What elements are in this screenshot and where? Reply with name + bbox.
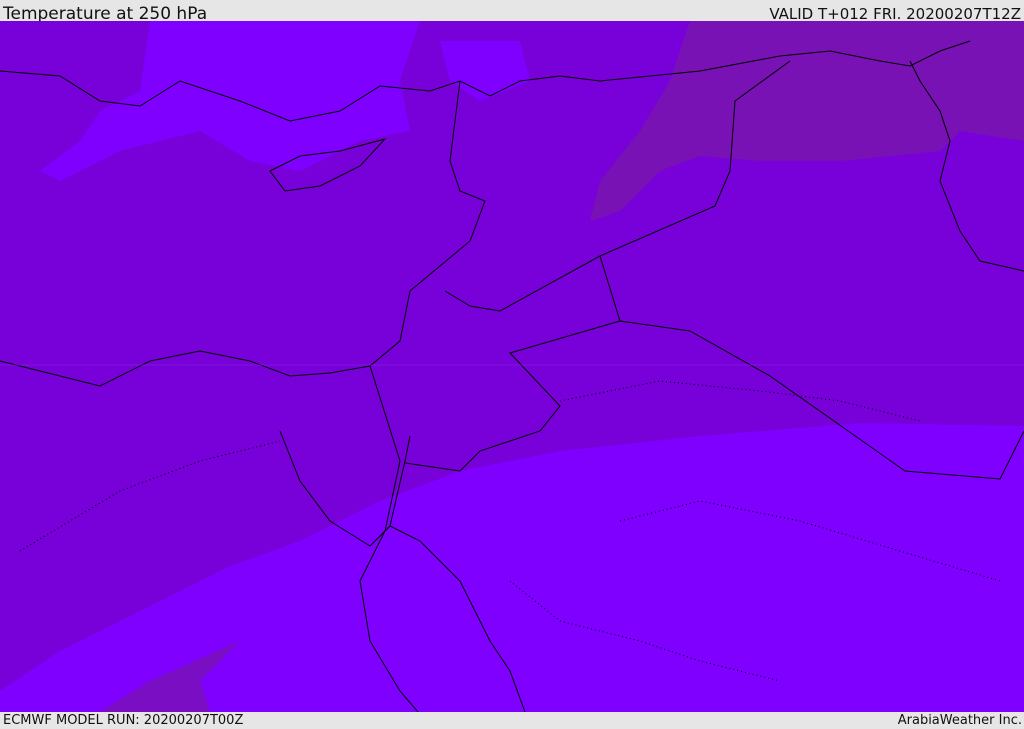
credit-label: ArabiaWeather Inc. xyxy=(897,713,1022,728)
footer-bar: ECMWF MODEL RUN: 20200207T00Z ArabiaWeat… xyxy=(0,712,1024,729)
temperature-map xyxy=(0,21,1024,712)
model-run-label: ECMWF MODEL RUN: 20200207T00Z xyxy=(3,713,244,728)
header-bar: Temperature at 250 hPa VALID T+012 FRI. … xyxy=(0,0,1024,24)
